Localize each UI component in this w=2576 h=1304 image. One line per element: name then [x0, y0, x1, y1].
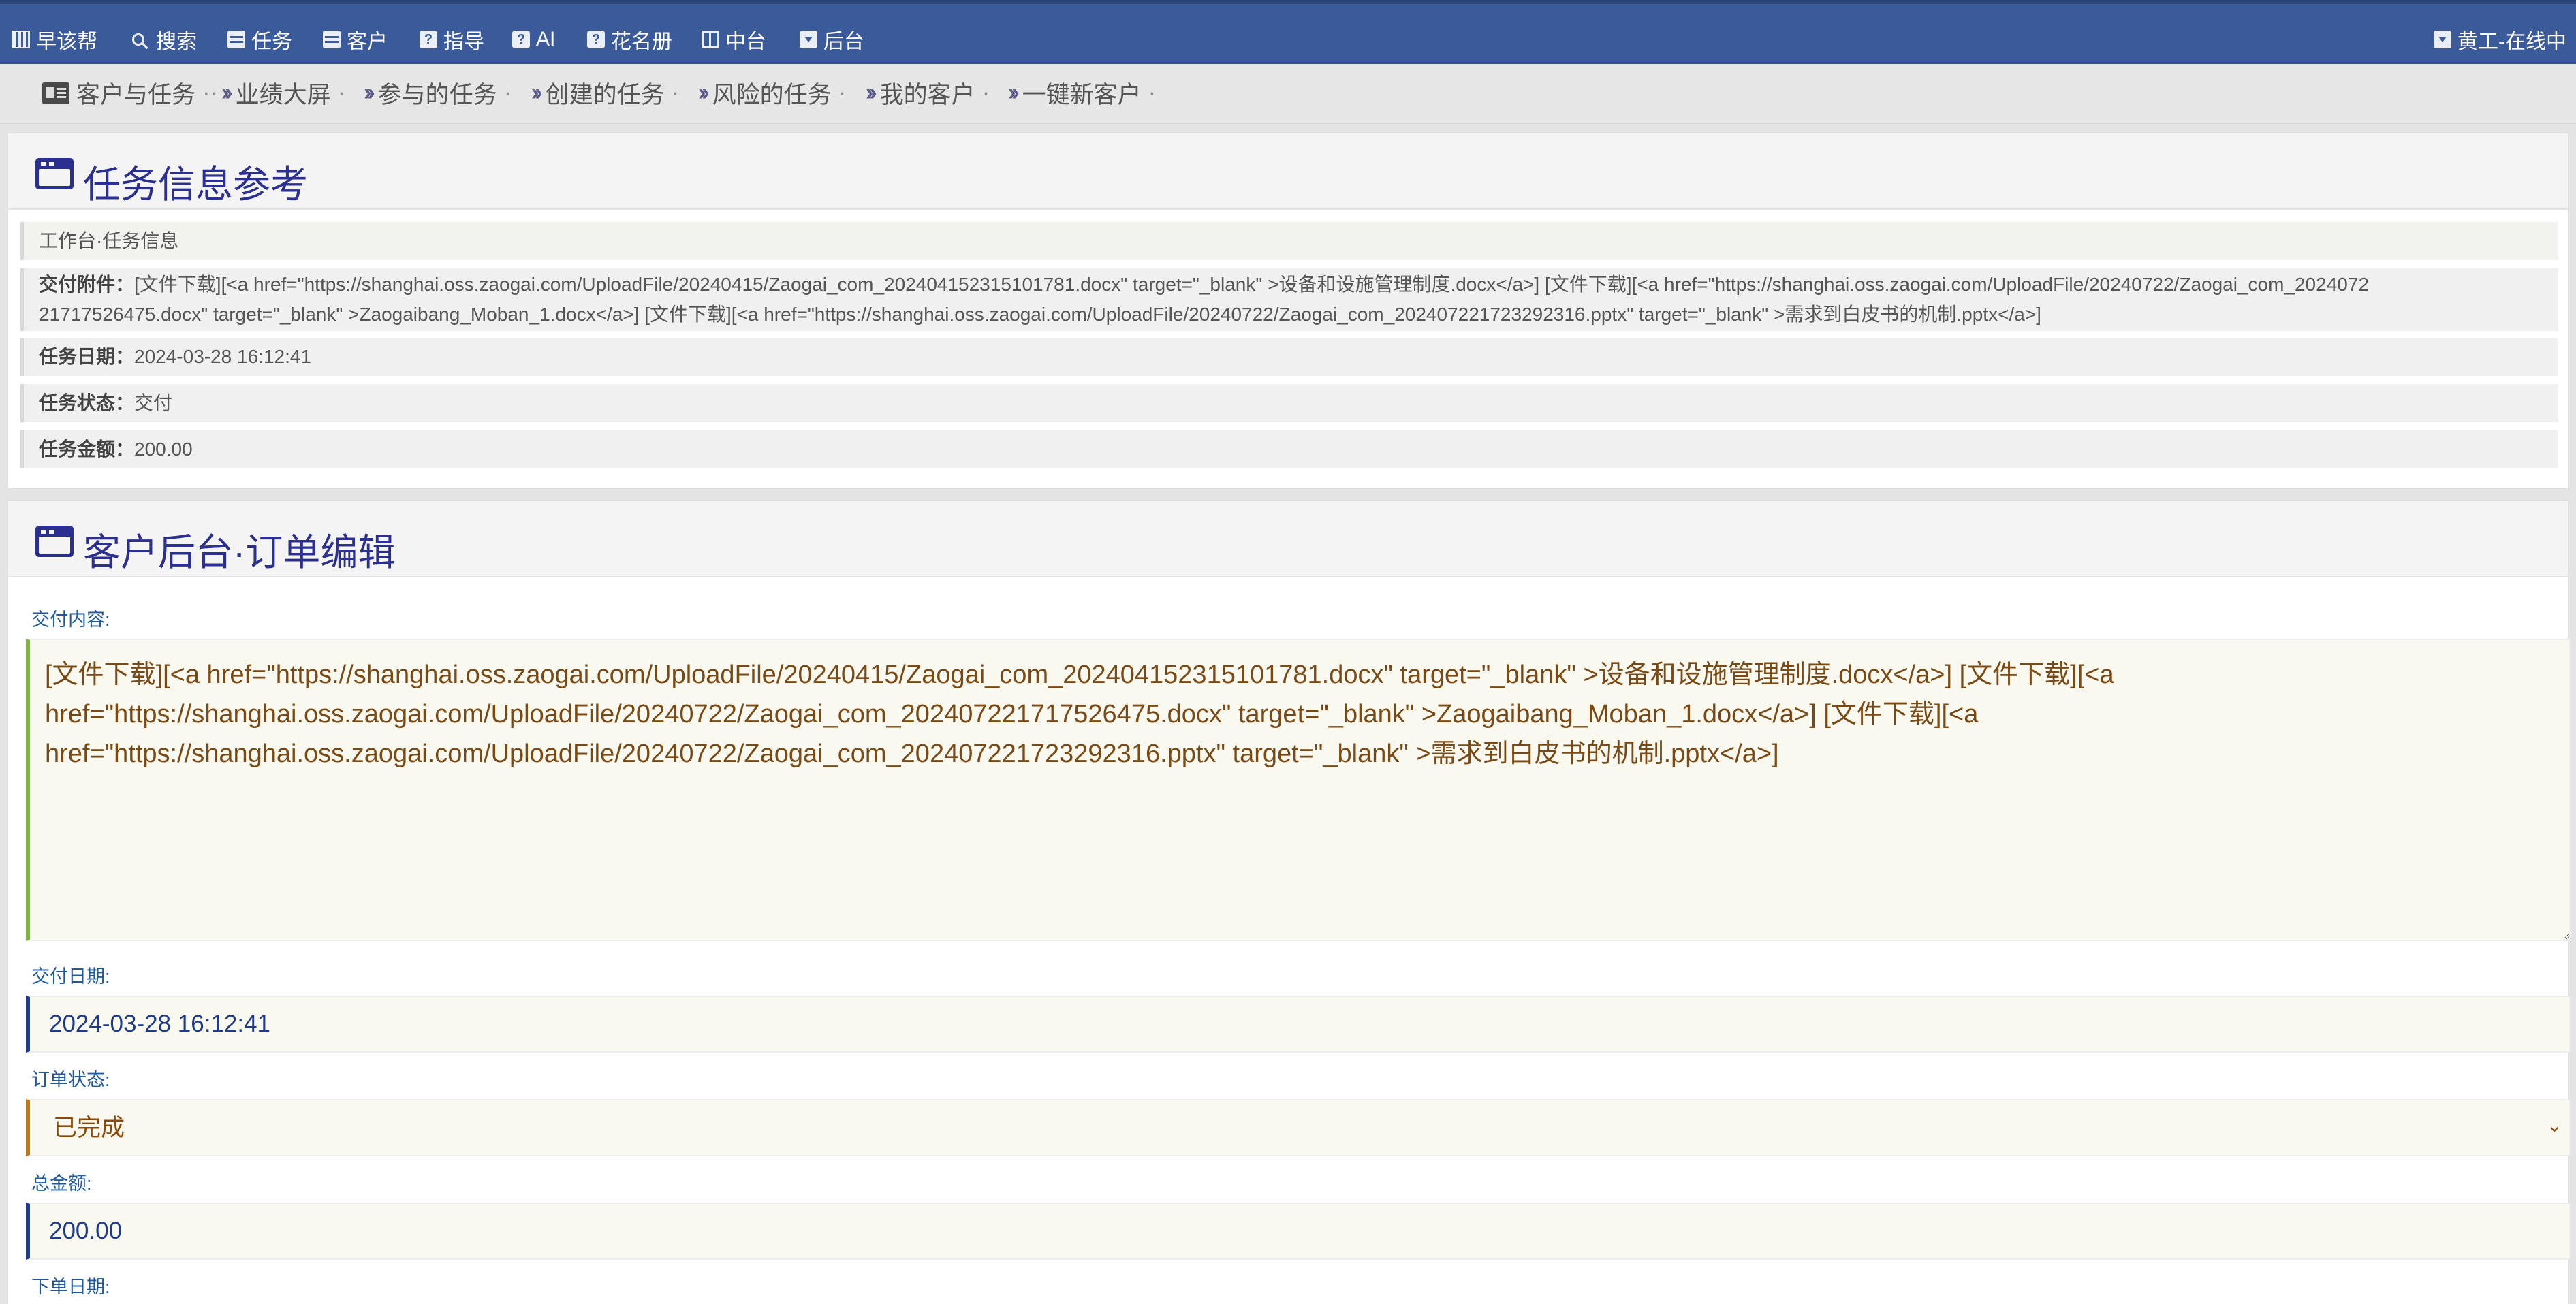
breadcrumb-label: 风险的任务 [712, 81, 832, 108]
breadcrumb-item-new-customer[interactable]: ›› 一键新客户 · [1008, 76, 1156, 109]
breadcrumb-separator: · [1148, 79, 1157, 106]
breadcrumb-separator: · [838, 79, 847, 106]
breadcrumb-item-my-customers[interactable]: ›› 我的客户 · [866, 76, 990, 109]
order-status-label: 订单状态: [31, 1070, 110, 1090]
task-date-value: 2024-03-28 16:12:41 [134, 346, 312, 367]
task-status-label: 任务状态： [39, 392, 135, 413]
breadcrumb-label: 业绩大屏 [235, 81, 331, 108]
card-icon [323, 31, 341, 48]
id-card-icon [42, 82, 69, 104]
nav-label: 后台 [823, 31, 864, 53]
order-date-label: 下单日期: [31, 1277, 110, 1297]
question-icon: ? [512, 31, 530, 48]
task-status-row: 任务状态：交付 [20, 384, 2558, 422]
breadcrumb-separator: · [503, 79, 512, 106]
attachments-label: 交付附件： [39, 274, 135, 295]
nav-label: AI [536, 28, 556, 50]
nav-item-guide[interactable]: ? 指导 [420, 25, 484, 54]
nav-item-home[interactable]: 早该帮 [12, 25, 97, 54]
nav-label: 客户 [347, 31, 388, 53]
panel-header: 任务信息参考 [8, 133, 2568, 210]
breadcrumb-home[interactable]: 客户与任务 ·· [76, 76, 218, 109]
nav-label: 中台 [725, 31, 766, 53]
delivery-date-input[interactable] [26, 996, 2571, 1053]
nav-item-roster[interactable]: ? 花名册 [587, 25, 672, 54]
breadcrumb-item-dashboard[interactable]: ›› 业绩大屏 · [221, 76, 345, 109]
nav-label: 指导 [443, 31, 484, 53]
breadcrumb-separator: ·· [202, 79, 219, 106]
card-icon [227, 31, 245, 48]
nav-item-middle[interactable]: 中台 [702, 25, 766, 54]
total-amount-label: 总金额: [31, 1173, 92, 1194]
task-amount-value: 200.00 [134, 439, 193, 460]
barcode-icon [12, 31, 30, 48]
nav-label: 任务 [251, 31, 292, 53]
panel-title: 任务信息参考 [83, 163, 309, 206]
chevron-down-icon: ⌄ [2546, 1115, 2562, 1136]
book-icon [702, 31, 719, 48]
nav-item-tasks[interactable]: 任务 [227, 25, 292, 54]
total-amount-input[interactable] [26, 1203, 2571, 1260]
attachments-text: [文件下载][<a href="https://shanghai.oss.zao… [134, 274, 2369, 295]
section-label: 工作台·任务信息 [20, 222, 2558, 260]
breadcrumb-item-created-tasks[interactable]: ›› 创建的任务 · [531, 76, 679, 109]
section-label-text: 工作台·任务信息 [39, 230, 179, 251]
question-icon: ? [587, 31, 605, 48]
user-status: 黄工-在线中 [2457, 31, 2566, 53]
breadcrumb-label: 一键新客户 [1022, 81, 1142, 108]
task-amount-label: 任务金额： [39, 439, 135, 460]
window-icon [35, 158, 74, 189]
nav-item-backend[interactable]: 后台 [800, 25, 864, 54]
breadcrumb-separator: · [337, 79, 346, 106]
breadcrumb-separator: · [671, 79, 680, 106]
double-chevron-icon: ›› [1008, 79, 1019, 106]
nav-item-search[interactable]: 搜索 [132, 25, 197, 54]
double-chevron-icon: ›› [364, 79, 375, 106]
search-icon [132, 33, 144, 46]
window-icon [35, 526, 74, 557]
task-status-value: 交付 [134, 392, 173, 413]
delivery-date-label: 交付日期: [31, 966, 110, 987]
user-menu[interactable]: 黄工-在线中 [2434, 25, 2566, 54]
attachments-text-cont: 21717526475.docx" target="_blank" >Zaoga… [39, 304, 2041, 325]
task-amount-row: 任务金额：200.00 [20, 430, 2558, 468]
task-date-row: 任务日期：2024-03-28 16:12:41 [20, 338, 2558, 376]
nav-item-ai[interactable]: ? AI [512, 25, 555, 54]
double-chevron-icon: ›› [531, 79, 542, 106]
nav-label: 搜索 [156, 31, 197, 53]
panel-title: 客户后台·订单编辑 [83, 531, 396, 573]
breadcrumb-label: 客户与任务 [76, 81, 196, 108]
content-textarea[interactable]: [文件下载][<a href="https://shanghai.oss.zao… [26, 639, 2571, 941]
question-icon: ? [420, 31, 437, 48]
breadcrumb-item-risk-tasks[interactable]: ›› 风险的任务 · [698, 76, 846, 109]
breadcrumb-label: 创建的任务 [545, 81, 665, 108]
dropdown-icon [2434, 31, 2451, 48]
content-label: 交付内容: [31, 609, 110, 630]
task-date-label: 任务日期： [39, 346, 135, 367]
order-status-select[interactable]: 已完成 ⌄ [26, 1099, 2571, 1156]
breadcrumb-separator: · [981, 79, 990, 106]
top-nav: 早该帮 搜索 任务 客户 ? 指导 ? AI ? 花名册 中台 后台 黄工-在线… [0, 0, 2576, 64]
double-chevron-icon: ›› [698, 79, 709, 106]
breadcrumb-label: 我的客户 [879, 81, 975, 108]
dropdown-icon [800, 31, 817, 48]
attachments-row: 交付附件：[文件下载][<a href="https://shanghai.os… [20, 268, 2558, 331]
double-chevron-icon: ›› [221, 79, 232, 106]
task-info-panel: 任务信息参考 工作台·任务信息 交付附件：[文件下载][<a href="htt… [7, 132, 2569, 490]
nav-label: 早该帮 [36, 31, 97, 53]
nav-label: 花名册 [611, 31, 672, 53]
double-chevron-icon: ›› [866, 79, 877, 106]
order-status-dropdown[interactable]: 已完成 [30, 1100, 2569, 1155]
panel-header: 客户后台·订单编辑 [8, 501, 2568, 577]
breadcrumb-item-joined-tasks[interactable]: ›› 参与的任务 · [364, 76, 512, 109]
order-edit-panel: 客户后台·订单编辑 交付内容: [文件下载][<a href="https://… [7, 500, 2571, 1304]
nav-item-customers[interactable]: 客户 [323, 25, 388, 54]
breadcrumb-label: 参与的任务 [377, 81, 497, 108]
